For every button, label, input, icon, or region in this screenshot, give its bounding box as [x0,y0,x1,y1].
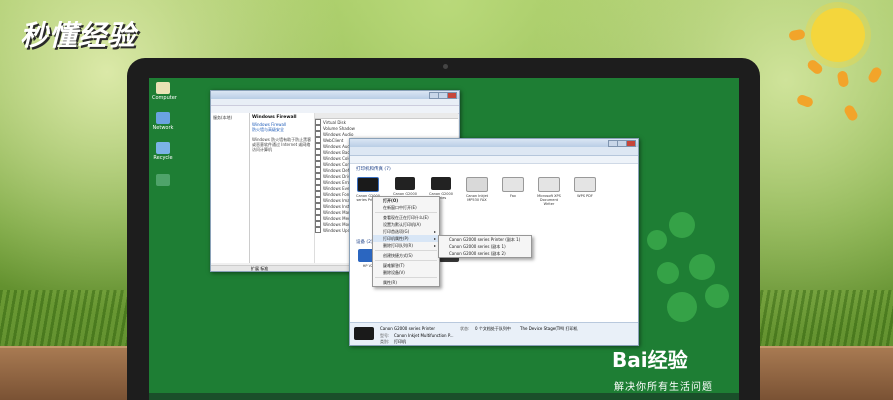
menu-item-set-default[interactable]: 设置为默认打印机(A) [373,221,439,228]
decor-circle [705,284,729,308]
service-gear-icon [315,227,321,233]
nav-tree-item[interactable]: 服务(本地) [211,113,249,123]
menu-bar[interactable] [211,99,459,106]
menu-item-printing-preferences[interactable]: 打印首选项(G) ▸ [373,228,439,235]
nav-tree[interactable]: 服务(本地) [211,113,250,263]
printers-section-label: 打印机和传真 (7) [356,167,391,172]
sun-graphic [811,8,865,62]
description-text: Windows 防火墙有助于防止黑客或恶意软件通过 Internet 或网络访问… [252,137,312,152]
printer-icon [431,177,451,190]
devices-section-label: 设备 (2) [356,240,373,245]
decor-circle [657,262,679,284]
service-name: WebClient [323,137,344,143]
pane-title: Windows Firewall [252,115,297,120]
baidu-logo: Bai经验 [612,348,688,372]
printer-icon [538,177,560,192]
printer-icon [395,177,415,190]
submenu-item[interactable]: Canon G2000 series (副本 1) [439,243,531,250]
details-category-label: 类别: [380,339,390,344]
details-name: Canon G2000 series Printer [380,326,436,331]
recycle-bin-icon [156,142,170,154]
submenu-arrow-icon: ▸ [433,236,436,241]
printer-item[interactable]: Microsoft XPS Document Writer [536,177,562,206]
address-bar[interactable] [350,147,638,156]
submenu-item[interactable]: Canon G2000 series Printer (副本 1) [439,236,531,243]
desktop-icon-network[interactable]: Network [152,112,174,131]
submenu-item[interactable]: Canon G2000 series (副本 2) [439,250,531,257]
decor-circle [667,292,697,322]
app-icon [156,174,170,186]
menu-separator [375,260,437,261]
desktop-icon-recycle[interactable]: Recycle [152,142,174,161]
details-category-value: 打印机 [394,339,406,344]
menu-item-properties[interactable]: 属性(R) [373,279,439,286]
printer-icon [574,177,596,192]
decor-circle [689,254,715,280]
menu-item-see-printing[interactable]: 查看现在正在打印什么(E) [373,214,439,221]
details-state-label: 状态: [460,326,470,331]
taskbar[interactable] [149,393,739,400]
baidu-slogan: 解决你所有生活问题 [614,382,713,393]
description-pane: Windows Firewall Windows Firewall 防火墙与高级… [250,113,315,263]
close-button[interactable] [626,140,636,147]
context-menu[interactable]: 打开(O) 在新窗口中打开(E) 查看现在正在打印什么(E) 设置为默认打印机(… [372,196,440,287]
fax-icon [502,177,524,192]
desktop-icon-misc[interactable] [152,174,174,187]
printer-item[interactable]: WPS PDF [572,177,598,198]
printer-icon [466,177,488,192]
close-button[interactable] [447,92,457,99]
menu-item-troubleshoot[interactable]: 疑难解答(T) [373,262,439,269]
menu-item-open-new-window[interactable]: 在新窗口中打开(E) [373,204,439,211]
desktop-icon-computer[interactable]: Computer [152,82,177,101]
service-name: Windows Audio [323,131,354,137]
selected-printer-icon [354,327,374,340]
menu-separator [375,212,437,213]
details-model-value: Canon Inkjet Multifunction P... [394,333,454,338]
decor-circle [669,212,695,238]
devices-titlebar[interactable] [350,139,638,147]
webcam [443,64,448,69]
details-pane: Canon G2000 series Printer 状态: 0 个文档处于队列… [350,322,638,345]
service-name: Virtual Disk [323,119,346,125]
computer-icon [156,82,170,94]
menu-item-printer-properties[interactable]: 打印机属性(P) ▸ [373,235,439,242]
submenu-arrow-icon: ▸ [433,229,436,234]
firewall-titlebar[interactable] [211,91,459,99]
submenu-arrow-icon: ▸ [433,243,436,248]
menu-item-delete-queue[interactable]: 删除打印队列(R) ▸ [373,242,439,249]
printer-item[interactable]: Canon Inkjet MP530 FAX [464,177,490,202]
details-state-value: 0 个文档处于队列中 [475,326,511,331]
printer-item[interactable]: Fax [500,177,526,198]
printer-properties-submenu[interactable]: Canon G2000 series Printer (副本 1) Canon … [438,235,532,258]
menu-item-open[interactable]: 打开(O) [373,197,439,204]
menu-item-create-shortcut[interactable]: 创建快捷方式(S) [373,252,439,259]
details-status-line: The Device Stage(TM) 打印机 [520,326,578,331]
decor-circle [647,230,667,250]
menu-item-remove-device[interactable]: 删除设备(V) [373,269,439,276]
printer-icon [357,177,379,192]
menu-separator [375,277,437,278]
network-icon [156,112,170,124]
service-name: Volume Shadow [323,125,355,131]
watermark-logo: 秒懂经验 [20,19,137,52]
menu-separator [375,250,437,251]
command-bar[interactable] [350,156,638,164]
